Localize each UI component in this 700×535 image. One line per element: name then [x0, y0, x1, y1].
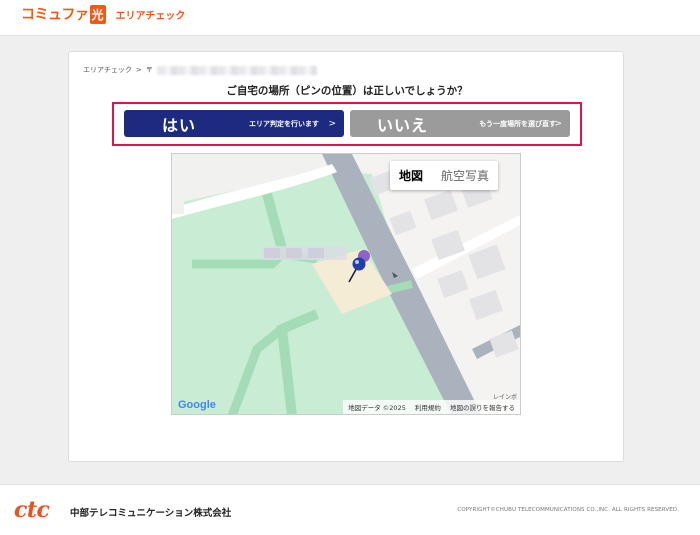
- satellite-view-button[interactable]: 航空写真: [432, 161, 498, 190]
- location-map[interactable]: 地図 航空写真 レインボ Google 地図データ ©2025 利用規約 地図の…: [171, 153, 521, 415]
- page-question: ご自宅の場所（ピンの位置）は正しいでしょうか？: [226, 85, 468, 97]
- no-button[interactable]: いいえ もう一度場所を選び直す >: [350, 110, 570, 137]
- yes-button-label: はい: [162, 115, 197, 135]
- terms-link[interactable]: 利用規約: [415, 404, 441, 412]
- google-logo-text: Google: [178, 399, 216, 411]
- no-button-label: いいえ: [377, 115, 429, 135]
- breadcrumb-blurred-address: [156, 65, 317, 75]
- copyright-notice: COPYRIGHT©CHUBU TELECOMMUNICATIONS CO.,I…: [457, 507, 679, 513]
- google-logo[interactable]: Google: [178, 399, 216, 411]
- breadcrumb-separator: >: [135, 66, 142, 74]
- map-data-credit[interactable]: 地図データ ©2025: [348, 404, 406, 412]
- ctc-logo[interactable]: ctc: [14, 497, 50, 523]
- map-view-button[interactable]: 地図: [390, 161, 432, 190]
- yes-button[interactable]: はい エリア判定を行います >: [124, 110, 344, 137]
- company-name: 中部テレコミュニケーション株式会社: [70, 508, 232, 519]
- breadcrumb-postal-mark: 〒: [145, 66, 153, 74]
- chevron-right-icon: >: [554, 118, 562, 129]
- page-footer: ctc 中部テレコミュニケーション株式会社 COPYRIGHT©CHUBU TE…: [0, 484, 700, 535]
- commufa-hikari-logo[interactable]: コミュファ 光 エリアチェック: [21, 4, 185, 24]
- report-error-link[interactable]: 地図の誤りを報告する: [450, 404, 515, 412]
- breadcrumb-area-check[interactable]: エリアチェック: [83, 65, 132, 75]
- yes-button-sublabel: エリア判定を行います: [249, 119, 319, 128]
- area-check-card: エリアチェック > 〒 ご自宅の場所（ピンの位置）は正しいでしょうか？ はい エ…: [68, 51, 624, 462]
- chevron-right-icon: >: [328, 118, 336, 129]
- map-type-toggle: 地図 航空写真: [390, 161, 499, 190]
- top-header: コミュファ 光 エリアチェック: [0, 0, 700, 36]
- map-canvas[interactable]: [172, 154, 521, 415]
- logo-hikari-badge: 光: [89, 4, 106, 24]
- map-attribution: 地図データ ©2025 利用規約 地図の誤りを報告する: [343, 400, 520, 414]
- no-button-sublabel: もう一度場所を選び直す: [479, 119, 556, 128]
- page-subtitle: エリアチェック: [115, 10, 186, 22]
- logo-brand-text: コミュファ: [21, 7, 89, 23]
- breadcrumb: エリアチェック > 〒: [83, 65, 317, 75]
